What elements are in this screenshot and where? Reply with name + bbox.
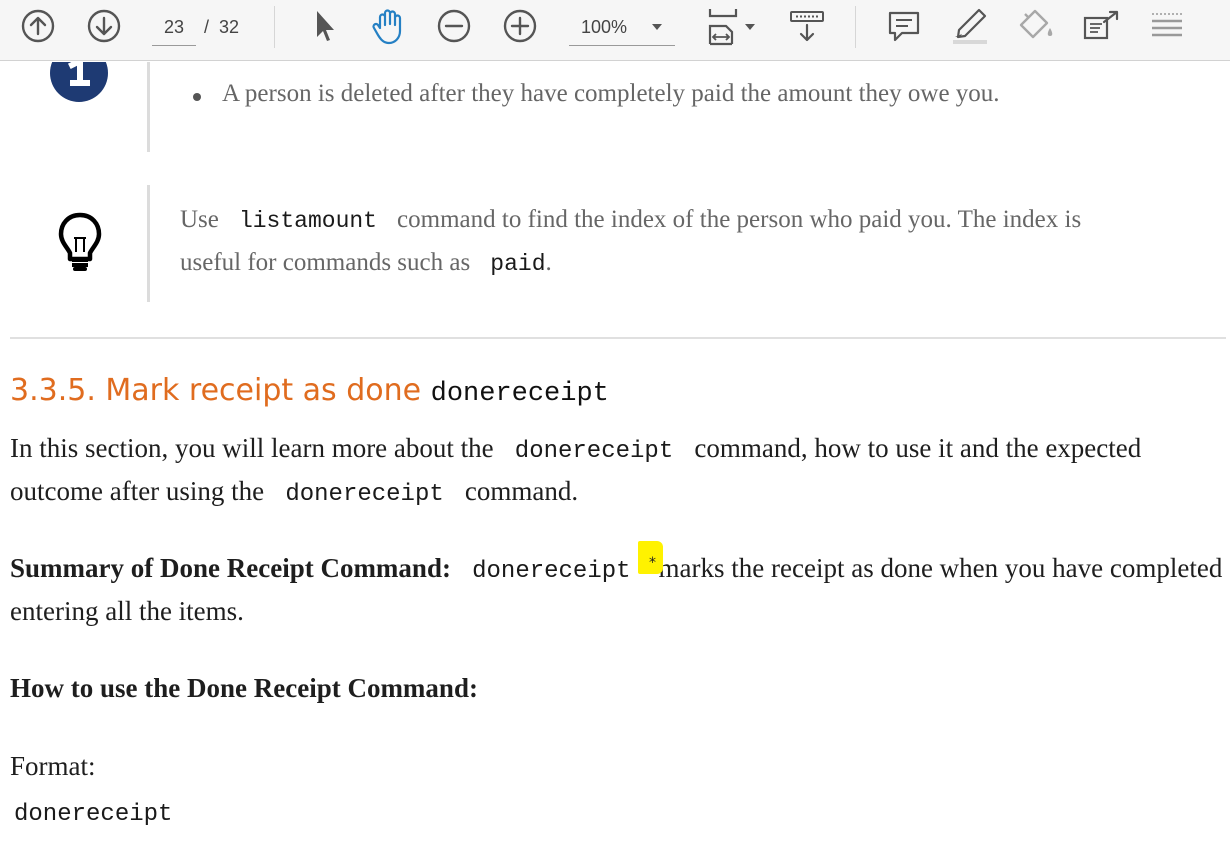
sticky-note-icon[interactable]: * [638, 541, 663, 574]
intro-suffix: command, how to use it and the expected [694, 433, 1142, 463]
format-label: Format: [10, 751, 96, 781]
intro-prefix: In this section, you will learn more abo… [10, 433, 494, 463]
summary-label: Summary of Done Receipt Command: [10, 553, 451, 583]
intro-line-2: outcome after using the donereceipt comm… [10, 476, 578, 508]
tip-middle: command to find the index of the person … [397, 206, 1082, 233]
bullet-icon [193, 93, 201, 101]
highlight-icon[interactable] [950, 6, 990, 46]
section-heading-command: donereceipt [430, 379, 609, 409]
page-separator: / [204, 17, 210, 37]
chevron-down-icon [651, 12, 663, 51]
more-tools-icon[interactable] [1148, 8, 1186, 44]
fit-page-icon[interactable] [706, 6, 758, 48]
admonition-divider [147, 62, 150, 152]
document-view[interactable]: A person is deleted after they have comp… [0, 62, 1230, 852]
tip-command-paid: paid [490, 251, 546, 277]
tip-prefix: Use [180, 206, 219, 233]
admonition-divider [147, 185, 150, 302]
tip-line-2: useful for commands such as paid. [180, 249, 552, 277]
zoom-select[interactable]: 100% [569, 12, 675, 46]
comment-icon[interactable] [886, 8, 922, 44]
sticky-note-symbol: * [649, 555, 656, 571]
intro-command: donereceipt [514, 438, 674, 465]
page-number-input[interactable]: 23 [152, 12, 196, 46]
zoom-out-icon[interactable] [437, 9, 471, 43]
intro-line-1: In this section, you will learn more abo… [10, 433, 1141, 465]
tip-end: . [545, 249, 552, 276]
toolbar-divider [855, 6, 856, 48]
toolbar-divider [274, 6, 275, 48]
info-bullet-text: A person is deleted after they have comp… [222, 80, 1000, 107]
info-icon [49, 62, 109, 108]
tip-command: listamount [238, 208, 377, 234]
summary-command: donereceipt [472, 558, 631, 585]
page-count: / 32 [204, 12, 239, 42]
pdf-toolbar: 23 / 32 100% [0, 0, 1230, 61]
fill-sign-icon[interactable] [1016, 6, 1056, 46]
intro2-prefix: outcome after using the [10, 476, 265, 506]
summary-line-1: Summary of Done Receipt Command: donerec… [10, 553, 1222, 585]
intro2-suffix: command. [464, 476, 579, 506]
section-heading-text: 3.3.5. Mark receipt as done [10, 373, 422, 408]
lightbulb-icon [57, 212, 103, 279]
format-command-line: donereceipt [14, 796, 172, 828]
zoom-in-icon[interactable] [503, 9, 537, 43]
howto-label: How to use the Done Receipt Command: [10, 673, 478, 703]
tip-line2-prefix: useful for commands such as [180, 249, 471, 276]
section-heading: 3.3.5. Mark receipt as done donereceipt [10, 373, 609, 409]
tip-line-1: Use listamount command to find the index… [180, 206, 1081, 234]
intro2-command: donereceipt [285, 481, 444, 508]
prev-page-icon[interactable] [21, 9, 55, 43]
share-icon[interactable] [1082, 8, 1122, 44]
section-divider [10, 337, 1226, 339]
next-page-icon[interactable] [87, 9, 121, 43]
select-tool-icon[interactable] [310, 8, 338, 44]
format-command: donereceipt [14, 801, 173, 828]
summary-suffix: marks the receipt as done when you have … [658, 553, 1223, 583]
scroll-mode-icon[interactable] [788, 8, 826, 44]
hand-tool-icon[interactable] [369, 6, 409, 46]
page-total: 32 [219, 17, 240, 37]
howto-heading: How to use the Done Receipt Command: [10, 673, 478, 704]
summary-line-2: entering all the items. [10, 596, 244, 626]
zoom-value: 100% [581, 17, 628, 37]
